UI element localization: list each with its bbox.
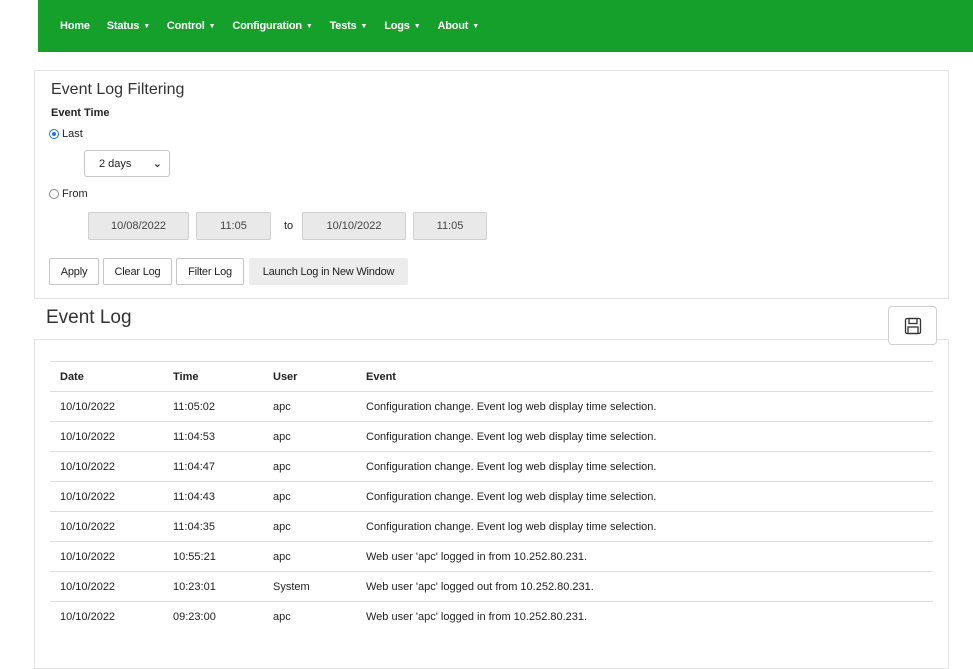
clear-log-button[interactable]: Clear Log: [103, 258, 172, 285]
column-header-user[interactable]: User: [273, 361, 366, 392]
column-header-event[interactable]: Event: [366, 361, 933, 392]
cell-time: 11:04:47: [173, 451, 273, 482]
cell-user: apc: [273, 541, 366, 572]
cell-time: 11:04:53: [173, 421, 273, 452]
cell-date: 10/10/2022: [50, 391, 173, 422]
nav-logs[interactable]: Logs ▼: [384, 20, 420, 32]
cell-user: apc: [273, 511, 366, 542]
cell-event: Configuration change. Event log web disp…: [366, 511, 933, 542]
cell-event: Web user 'apc' logged in from 10.252.80.…: [366, 601, 933, 632]
save-log-button[interactable]: [888, 306, 937, 345]
launch-log-button[interactable]: Launch Log in New Window: [249, 258, 408, 285]
column-header-time[interactable]: Time: [173, 361, 273, 392]
nav-configuration-label: Configuration: [232, 20, 302, 32]
cell-date: 10/10/2022: [50, 451, 173, 482]
top-navbar: Home Status ▼ Control ▼ Configuration ▼ Tes…: [38, 0, 973, 52]
cell-time: 10:55:21: [173, 541, 273, 572]
nav-control[interactable]: Control ▼: [166, 20, 216, 32]
caret-down-icon: ▼: [413, 22, 421, 30]
caret-down-icon: ▼: [305, 22, 313, 30]
event-log-table: Date Time User Event 10/10/2022 11:05:02…: [50, 361, 933, 632]
cell-date: 10/10/2022: [50, 541, 173, 572]
table-row: 10/10/2022 11:05:02 apc Configuration ch…: [50, 391, 933, 422]
cell-date: 10/10/2022: [50, 571, 173, 602]
to-date-field[interactable]: 10/10/2022: [302, 212, 406, 240]
cell-time: 09:23:00: [173, 601, 273, 632]
nav-about-label: About: [437, 20, 469, 32]
cell-time: 11:04:35: [173, 511, 273, 542]
event-log-title: Event Log: [46, 307, 132, 328]
nav-logs-label: Logs: [384, 20, 410, 32]
to-label: to: [284, 220, 294, 232]
nav-home[interactable]: Home: [60, 20, 90, 32]
nav-about[interactable]: About ▼: [437, 20, 479, 32]
cell-event: Configuration change. Event log web disp…: [366, 391, 933, 422]
table-header-row: Date Time User Event: [50, 361, 933, 392]
last-radio-label: Last: [62, 128, 83, 140]
caret-down-icon: ▼: [143, 22, 150, 30]
filter-panel-title: Event Log Filtering: [51, 81, 185, 98]
table-row: 10/10/2022 09:23:00 apc Web user 'apc' l…: [50, 601, 933, 632]
nav-control-label: Control: [166, 20, 205, 32]
cell-user: apc: [273, 421, 366, 452]
event-log-filter-panel: Event Log Filtering Event Time Last 2 da…: [34, 70, 949, 299]
from-radio-row[interactable]: From: [49, 188, 88, 200]
cell-date: 10/10/2022: [50, 421, 173, 452]
nav-configuration[interactable]: Configuration ▼: [232, 20, 312, 32]
column-header-date[interactable]: Date: [50, 361, 173, 392]
cell-user: apc: [273, 481, 366, 512]
from-radio[interactable]: [49, 189, 59, 199]
chevron-down-icon: ⌄: [152, 158, 162, 170]
nav-status[interactable]: Status ▼: [107, 20, 150, 32]
from-time-field[interactable]: 11:05: [196, 212, 271, 240]
table-row: 10/10/2022 11:04:35 apc Configuration ch…: [50, 511, 933, 542]
last-duration-select[interactable]: 2 days ⌄: [84, 150, 170, 177]
cell-event: Configuration change. Event log web disp…: [366, 421, 933, 452]
cell-user: apc: [273, 391, 366, 422]
nav-tests[interactable]: Tests ▼: [330, 20, 368, 32]
event-time-label: Event Time: [51, 107, 110, 119]
cell-event: Configuration change. Event log web disp…: [366, 481, 933, 512]
cell-user: System: [273, 571, 366, 602]
floppy-disk-icon: [904, 317, 921, 334]
cell-event: Configuration change. Event log web disp…: [366, 451, 933, 482]
cell-event: Web user 'apc' logged in from 10.252.80.…: [366, 541, 933, 572]
caret-down-icon: ▼: [472, 22, 479, 30]
cell-time: 11:04:43: [173, 481, 273, 512]
cell-date: 10/10/2022: [50, 601, 173, 632]
cell-event: Web user 'apc' logged out from 10.252.80…: [366, 571, 933, 602]
from-radio-label: From: [62, 188, 88, 200]
table-row: 10/10/2022 10:55:21 apc Web user 'apc' l…: [50, 541, 933, 572]
apply-button[interactable]: Apply: [49, 258, 99, 285]
table-row: 10/10/2022 10:23:01 System Web user 'apc…: [50, 571, 933, 602]
nav-tests-label: Tests: [329, 20, 357, 32]
table-row: 10/10/2022 11:04:47 apc Configuration ch…: [50, 451, 933, 482]
nav-status-label: Status: [106, 20, 140, 32]
nav-menu: Home Status ▼ Control ▼ Configuration ▼ Tes…: [60, 0, 496, 52]
last-radio-row[interactable]: Last: [49, 128, 83, 140]
table-row: 10/10/2022 11:04:53 apc Configuration ch…: [50, 421, 933, 452]
nav-home-label: Home: [60, 20, 90, 32]
cell-time: 10:23:01: [173, 571, 273, 602]
from-date-field[interactable]: 10/08/2022: [88, 212, 189, 240]
filter-log-button[interactable]: Filter Log: [176, 258, 244, 285]
last-duration-value: 2 days: [99, 157, 132, 170]
cell-user: apc: [273, 451, 366, 482]
caret-down-icon: ▼: [360, 22, 368, 30]
cell-time: 11:05:02: [173, 391, 273, 422]
cell-user: apc: [273, 601, 366, 632]
to-time-field[interactable]: 11:05: [413, 212, 487, 240]
cell-date: 10/10/2022: [50, 481, 173, 512]
caret-down-icon: ▼: [208, 22, 216, 30]
last-radio[interactable]: [49, 129, 59, 139]
table-row: 10/10/2022 11:04:43 apc Configuration ch…: [50, 481, 933, 512]
cell-date: 10/10/2022: [50, 511, 173, 542]
